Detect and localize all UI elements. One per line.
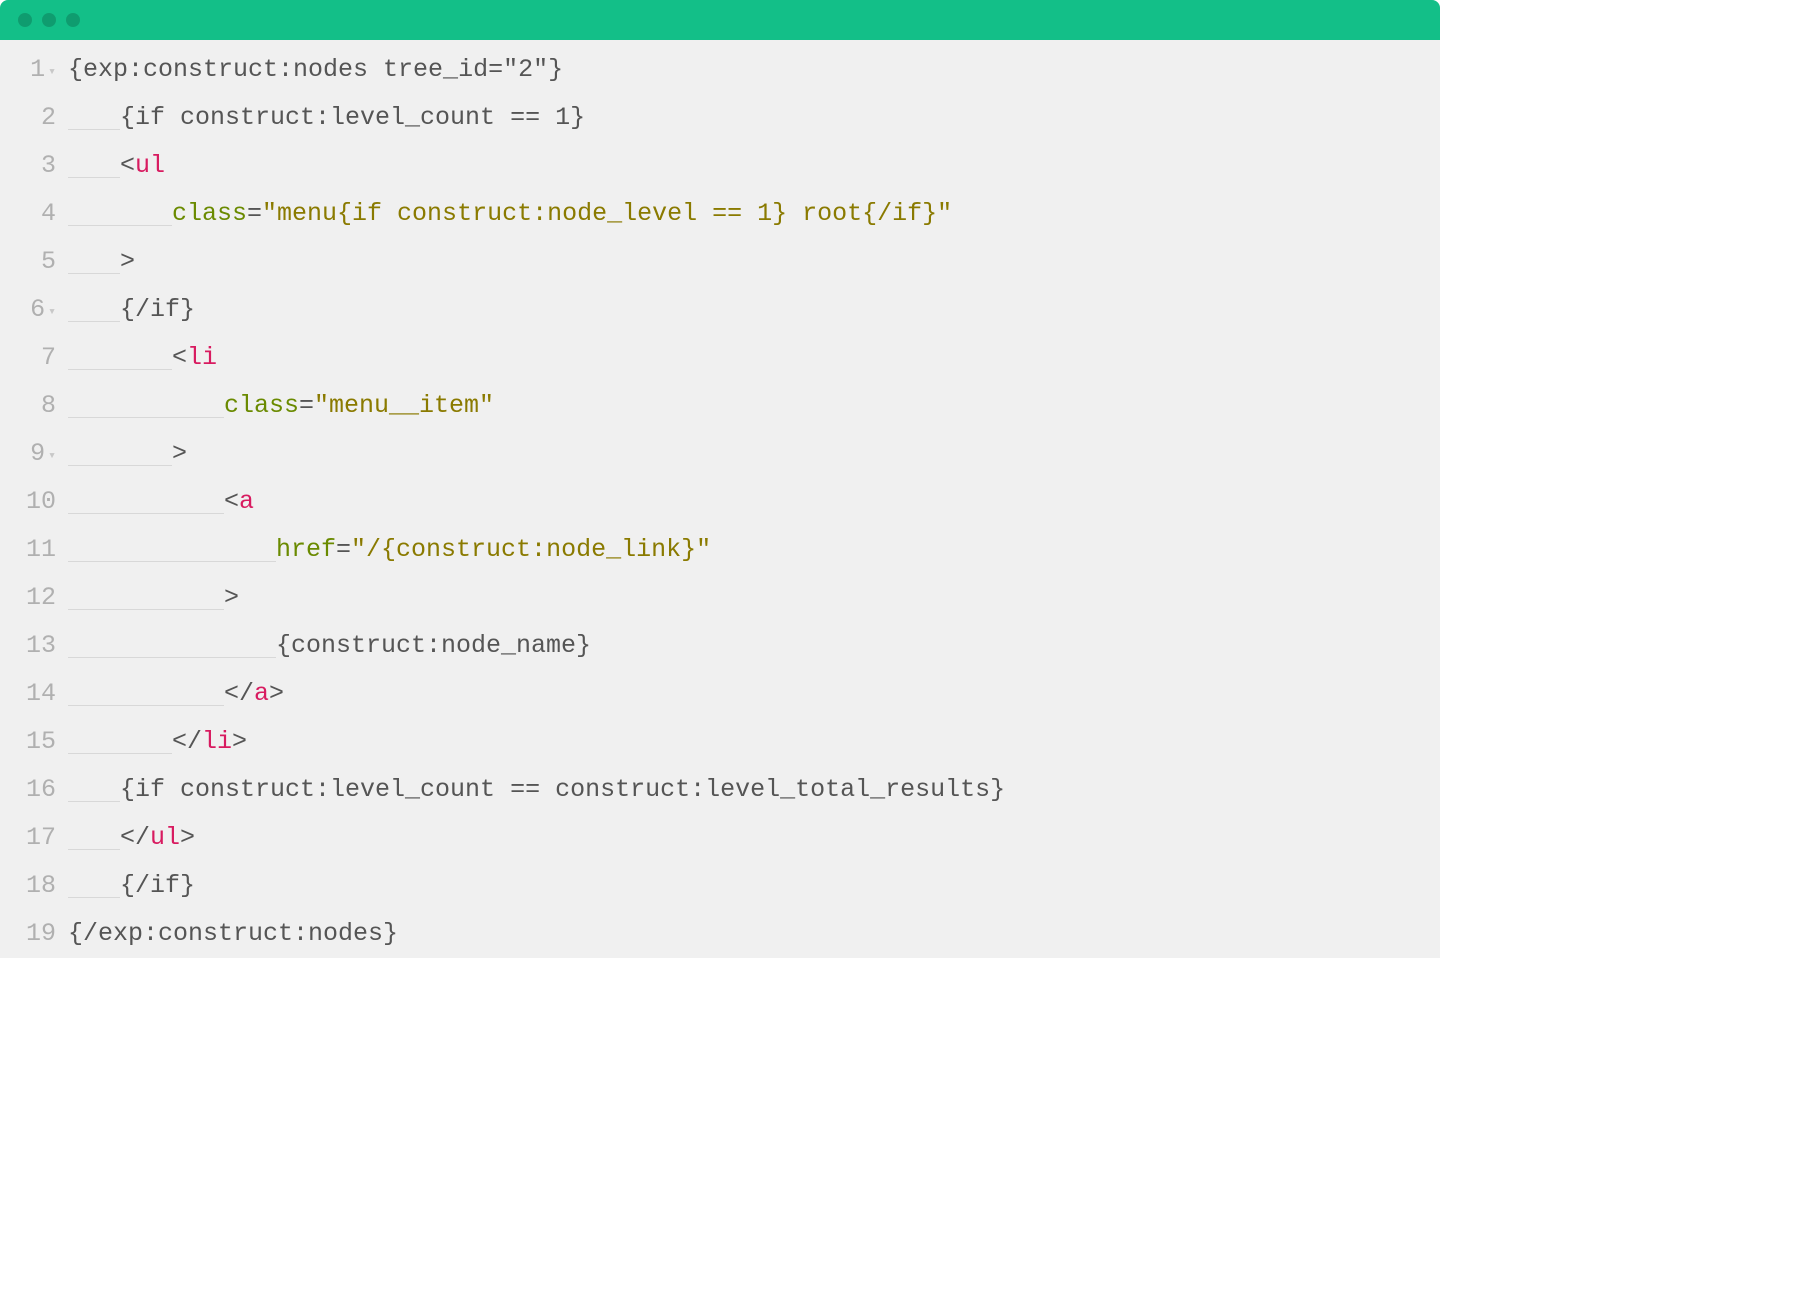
code-line[interactable]: > xyxy=(68,430,1440,478)
code-line[interactable]: class="menu{if construct:node_level == 1… xyxy=(68,190,1440,238)
fold-chevron-icon[interactable]: ▾ xyxy=(48,48,56,96)
maximize-icon[interactable] xyxy=(66,13,80,27)
line-number: 10 xyxy=(0,478,56,526)
code-token: "menu__item" xyxy=(314,382,494,430)
code-editor[interactable]: 1▾23456▾789▾10111213141516171819 {exp:co… xyxy=(0,40,1440,958)
line-number-gutter: 1▾23456▾789▾10111213141516171819 xyxy=(0,46,60,958)
line-number: 17 xyxy=(0,814,56,862)
code-token: {construct:node_name} xyxy=(276,622,591,670)
line-number: 8 xyxy=(0,382,56,430)
editor-window: 1▾23456▾789▾10111213141516171819 {exp:co… xyxy=(0,0,1440,958)
code-line[interactable]: {exp:construct:nodes tree_id="2"} xyxy=(68,46,1440,94)
code-token: > xyxy=(120,238,135,286)
code-token: {if construct:level_count == construct:l… xyxy=(120,766,1005,814)
code-token: > xyxy=(232,718,247,766)
close-icon[interactable] xyxy=(18,13,32,27)
fold-chevron-icon[interactable]: ▾ xyxy=(48,432,56,480)
line-number: 16 xyxy=(0,766,56,814)
code-line[interactable]: {construct:node_name} xyxy=(68,622,1440,670)
code-line[interactable]: <li xyxy=(68,334,1440,382)
code-token: "menu{if construct:node_level == 1} root… xyxy=(262,190,952,238)
code-token: = xyxy=(336,526,351,574)
code-line[interactable]: </ul> xyxy=(68,814,1440,862)
code-token: "/{construct:node_link}" xyxy=(351,526,711,574)
code-line[interactable]: {/if} xyxy=(68,286,1440,334)
code-token: ul xyxy=(150,814,180,862)
code-token: </ xyxy=(224,670,254,718)
code-token: > xyxy=(180,814,195,862)
code-token: class xyxy=(172,190,247,238)
code-token: </ xyxy=(120,814,150,862)
line-number: 4 xyxy=(0,190,56,238)
code-line[interactable]: <ul xyxy=(68,142,1440,190)
code-token: {if construct:level_count == 1} xyxy=(120,94,585,142)
code-token: {/exp:construct:nodes} xyxy=(68,910,398,958)
line-number: 19 xyxy=(0,910,56,958)
code-line[interactable]: href="/{construct:node_link}" xyxy=(68,526,1440,574)
line-number: 3 xyxy=(0,142,56,190)
code-token: a xyxy=(254,670,269,718)
line-number: 15 xyxy=(0,718,56,766)
code-line[interactable]: {/exp:construct:nodes} xyxy=(68,910,1440,958)
line-number: 11 xyxy=(0,526,56,574)
code-line[interactable]: {if construct:level_count == 1} xyxy=(68,94,1440,142)
line-number: 18 xyxy=(0,862,56,910)
code-token: = xyxy=(247,190,262,238)
line-number: 1▾ xyxy=(0,46,56,94)
code-line[interactable]: </li> xyxy=(68,718,1440,766)
code-line[interactable]: </a> xyxy=(68,670,1440,718)
code-token: > xyxy=(269,670,284,718)
code-line[interactable]: {if construct:level_count == construct:l… xyxy=(68,766,1440,814)
code-token: class xyxy=(224,382,299,430)
code-line[interactable]: > xyxy=(68,238,1440,286)
code-token: = xyxy=(299,382,314,430)
line-number: 9▾ xyxy=(0,430,56,478)
code-content[interactable]: {exp:construct:nodes tree_id="2"} {if co… xyxy=(60,46,1440,958)
fold-chevron-icon[interactable]: ▾ xyxy=(48,288,56,336)
code-token: </ xyxy=(172,718,202,766)
line-number: 5 xyxy=(0,238,56,286)
line-number: 7 xyxy=(0,334,56,382)
line-number: 14 xyxy=(0,670,56,718)
code-token: li xyxy=(202,718,232,766)
window-titlebar xyxy=(0,0,1440,40)
line-number: 12 xyxy=(0,574,56,622)
code-line[interactable]: {/if} xyxy=(68,862,1440,910)
line-number: 13 xyxy=(0,622,56,670)
minimize-icon[interactable] xyxy=(42,13,56,27)
line-number: 6▾ xyxy=(0,286,56,334)
code-line[interactable]: class="menu__item" xyxy=(68,382,1440,430)
line-number: 2 xyxy=(0,94,56,142)
code-token: {exp:construct:nodes tree_id="2"} xyxy=(68,46,563,94)
code-token: {/if} xyxy=(120,862,195,910)
code-token: href xyxy=(276,526,336,574)
